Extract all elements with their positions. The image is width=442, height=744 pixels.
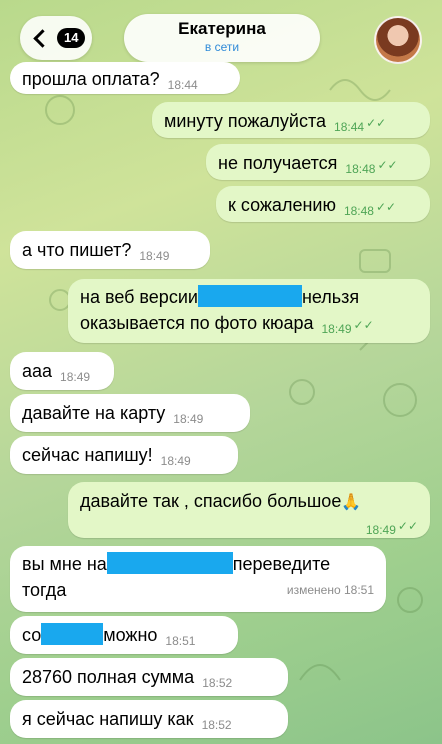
message-text: не получается: [218, 153, 338, 173]
message-text: прошла оплата?: [22, 69, 160, 89]
message-outgoing[interactable]: минуту пожалуйста 18:44 ✓✓: [152, 102, 430, 138]
message-time: 18:51: [165, 634, 196, 648]
redacted-block: [197, 285, 302, 307]
contact-name: Екатерина: [178, 19, 266, 38]
message-outgoing[interactable]: на веб версии нельзя оказывается по фото …: [68, 279, 430, 343]
message-text: давайте на карту: [22, 403, 166, 423]
message-text: 28760 полная сумма: [22, 667, 195, 687]
contact-status: в сети: [204, 40, 240, 54]
message-incoming[interactable]: давайте на карту 18:49: [10, 394, 250, 432]
message-text: ааа: [22, 361, 53, 381]
message-text: я сейчас напишу как: [22, 709, 194, 729]
message-time: 18:44: [334, 120, 365, 134]
message-text: к сожалению: [228, 195, 336, 215]
chevron-left-icon: [33, 28, 52, 48]
message-time: 18:49: [321, 322, 352, 336]
message-text: вы мне на: [22, 554, 107, 574]
message-edited-time: изменено 18:51: [286, 583, 374, 597]
message-time: 18:48: [345, 162, 376, 176]
double-check-icon: ✓✓: [366, 116, 387, 130]
message-incoming[interactable]: сейчас напишу! 18:49: [10, 436, 238, 474]
message-time: 18:49: [160, 454, 191, 468]
chat-header: 14 Екатерина в сети: [0, 0, 442, 66]
message-incoming[interactable]: со можно 18:51: [10, 616, 238, 654]
message-outgoing[interactable]: не получается 18:48 ✓✓: [206, 144, 430, 180]
message-incoming[interactable]: прошла оплата? 18:44: [10, 62, 240, 94]
double-check-icon: ✓✓: [377, 158, 398, 172]
folded-hands-emoji: 🙏: [341, 494, 362, 511]
message-text: давайте так , спасибо большое: [80, 491, 342, 511]
message-text: можно: [103, 625, 158, 645]
message-text: переведите: [232, 554, 331, 574]
message-text: нельзя: [301, 287, 360, 307]
message-time: 18:49: [173, 412, 204, 426]
double-check-icon: ✓✓: [397, 519, 418, 533]
redacted-block: [106, 552, 233, 574]
message-time: 18:44: [167, 78, 198, 92]
message-outgoing[interactable]: к сожалению 18:48 ✓✓: [216, 186, 430, 222]
message-text: а что пишет?: [22, 240, 132, 260]
message-incoming[interactable]: я сейчас напишу как 18:52: [10, 700, 288, 738]
message-time: 18:48: [343, 204, 374, 218]
message-text: со: [22, 625, 42, 645]
message-time: 18:49: [139, 249, 170, 263]
message-text: оказывается по фото кюара: [80, 313, 314, 333]
chat-title[interactable]: Екатерина в сети: [124, 14, 320, 62]
message-time: 18:49: [60, 370, 91, 384]
message-time: 18:52: [202, 676, 233, 690]
message-text: сейчас напишу!: [22, 445, 153, 465]
message-incoming[interactable]: ааа 18:49: [10, 352, 114, 390]
message-incoming[interactable]: а что пишет? 18:49: [10, 231, 210, 269]
avatar[interactable]: [374, 16, 422, 64]
message-text: минуту пожалуйста: [164, 111, 327, 131]
double-check-icon: ✓✓: [375, 200, 397, 214]
message-text: тогда: [22, 580, 67, 600]
back-button[interactable]: 14: [20, 16, 92, 60]
message-outgoing[interactable]: давайте так , спасибо большое🙏 18:49 ✓✓: [68, 482, 430, 538]
message-incoming[interactable]: 28760 полная сумма 18:52: [10, 658, 288, 696]
redacted-block: [41, 623, 104, 645]
double-check-icon: ✓✓: [353, 318, 374, 332]
unread-count-badge: 14: [57, 28, 86, 48]
message-text: на веб версии: [80, 287, 198, 307]
message-time: 18:49: [365, 523, 396, 537]
message-incoming[interactable]: вы мне на переведите тогда изменено 18:51: [10, 546, 386, 612]
message-time: 18:52: [201, 718, 232, 732]
